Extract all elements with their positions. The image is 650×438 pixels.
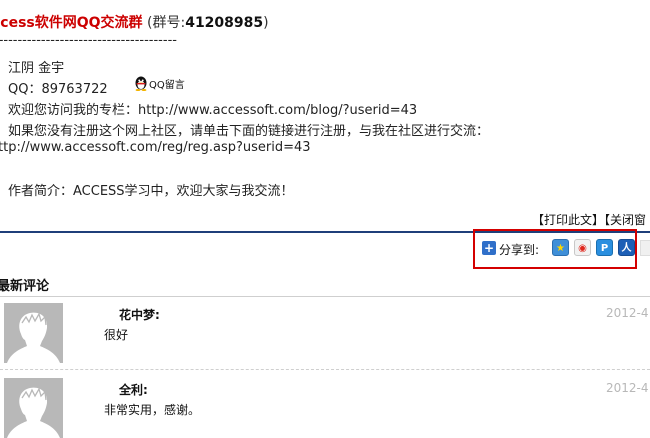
qq-message-link[interactable]: QQ留言 [134,75,185,91]
register-hint: 如果您没有注册这个网上社区，请单击下面的链接进行注册，与我在社区进行交流： [8,124,490,139]
share-label[interactable]: 分享到: [499,241,539,258]
comment-date: 2012-4 [606,381,649,395]
comment-date: 2012-4 [606,306,649,320]
group-number: 41208985 [185,15,264,31]
comment-author: 花中梦: [119,308,160,322]
group-number-suffix: ) [263,15,269,31]
qzone-icon[interactable]: ★ [552,239,569,256]
avatar [4,303,63,363]
author-bio: 作者简介：ACCESS学习中，欢迎大家与我交流！ [8,184,294,199]
author-qq: QQ：89763722 [8,82,108,97]
pengyou-icon[interactable]: P [596,239,613,256]
group-header: ccess软件网QQ交流群 (群号:41208985) [0,12,269,32]
share-plus-icon[interactable]: + [482,241,496,255]
comments-divider [0,296,650,297]
sina-weibo-icon[interactable]: ◉ [574,239,591,256]
default-avatar-icon [4,303,63,363]
group-title[interactable]: ccess软件网QQ交流群 [0,15,143,31]
blog-link-line[interactable]: 欢迎您访问我的专栏：http://www.accessoft.com/blog/… [8,99,417,118]
default-avatar-icon [4,378,63,438]
share-more-edge[interactable] [640,240,650,256]
dashed-divider: --------------------------------------- [0,33,177,48]
print-button[interactable]: 【打印此文】 [532,213,604,227]
qq-message-label: QQ留言 [149,79,185,91]
author-name: 江阴 金宇 [8,61,65,76]
group-number-prefix: (群号: [142,15,186,31]
avatar [4,378,63,438]
close-window-button[interactable]: 【关闭窗 [604,213,646,227]
comment-separator [0,369,650,370]
register-link[interactable]: ttp://www.accessoft.com/reg/reg.asp?user… [0,140,311,155]
renren-icon[interactable]: 人 [618,239,635,256]
qq-penguin-icon [135,76,147,91]
comment-text: 非常实用，感谢。 [104,403,201,417]
article-actions: 【打印此文】【关闭窗 [532,211,646,228]
latest-comments-title: 最新评论 [0,279,50,294]
comment-author: 全利: [119,383,148,397]
comment-text: 很好 [104,328,129,342]
